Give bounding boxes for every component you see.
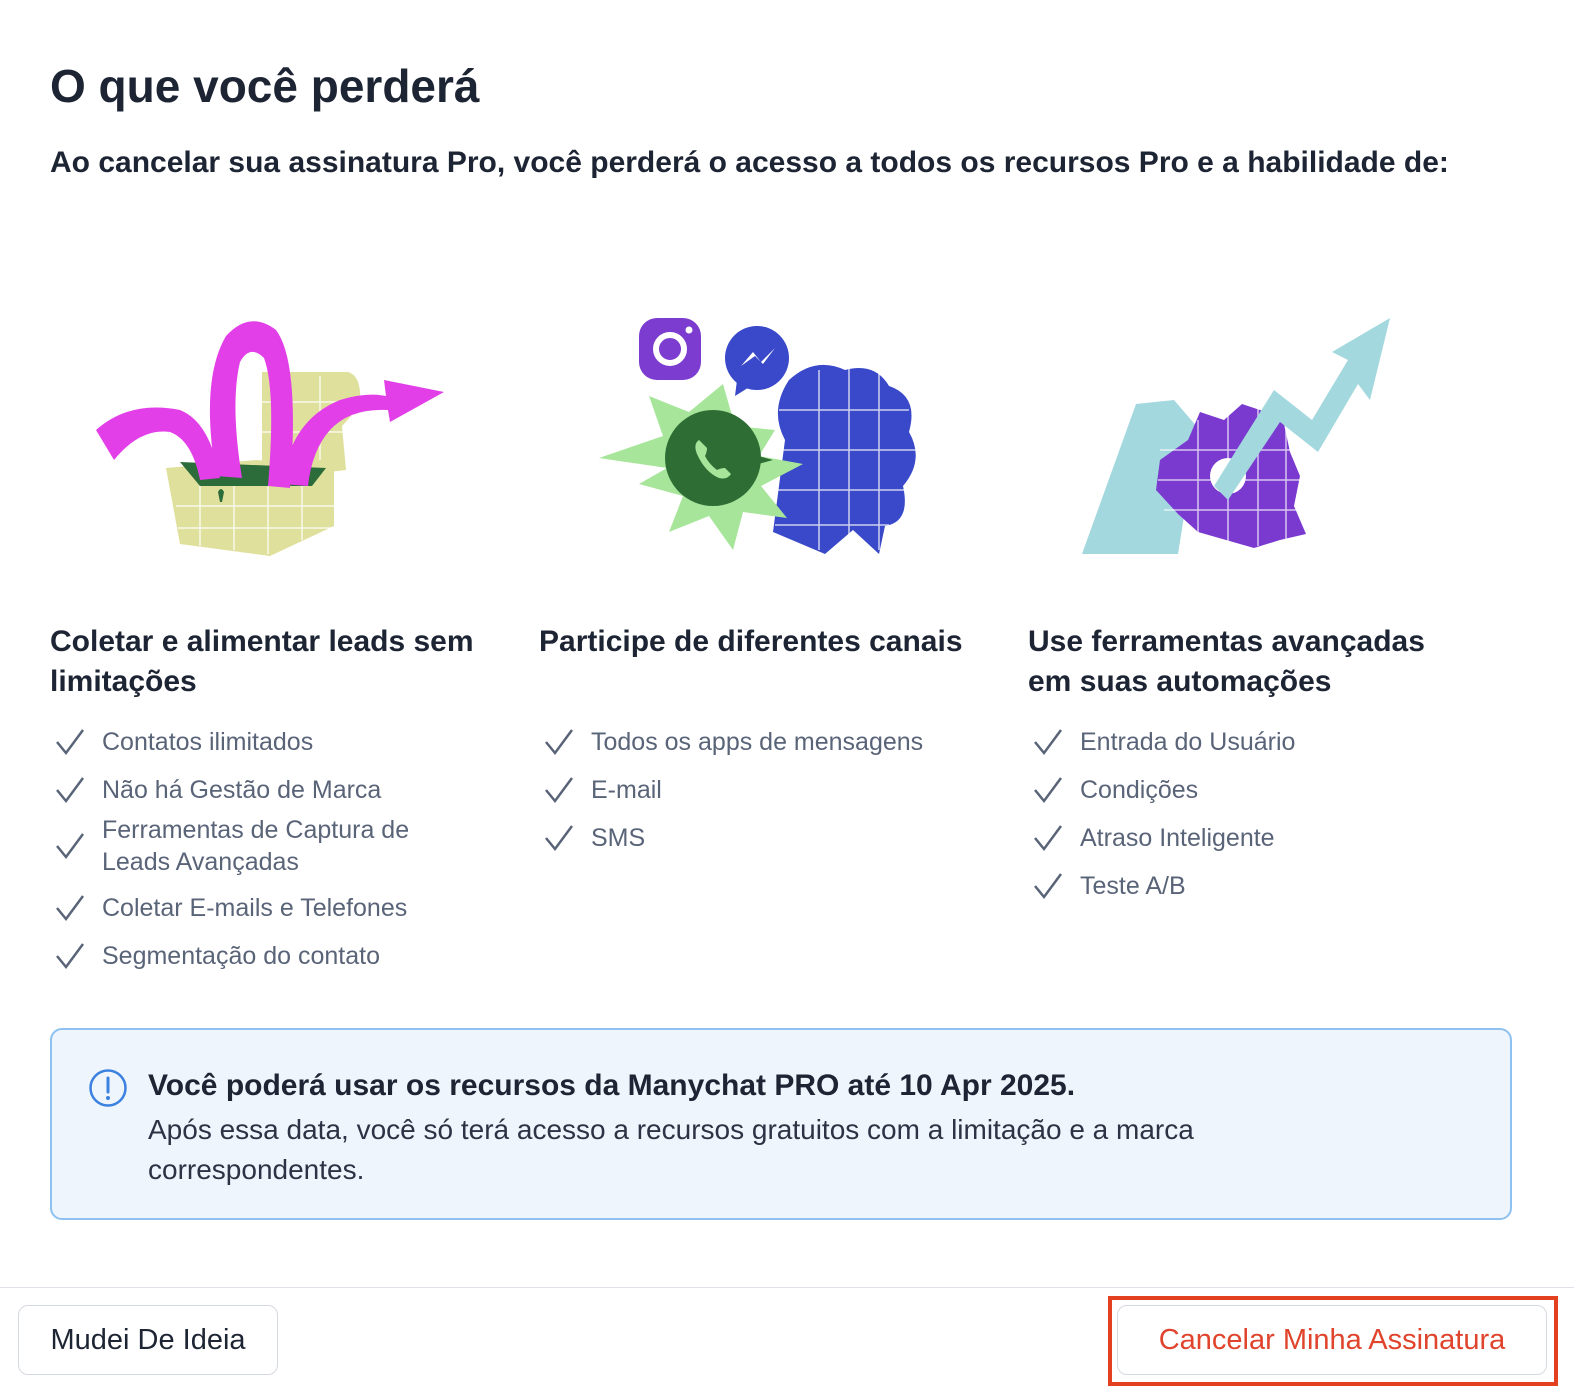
check-icon (56, 729, 85, 756)
check-icon (56, 895, 85, 922)
feature-title-automations: Use ferramentas avançadas em suas automa… (1028, 625, 1425, 698)
list-item: Entrada do Usuário (1028, 718, 1468, 766)
list-item: Teste A/B (1028, 862, 1468, 910)
feature-title-leads: Coletar e alimentar leads sem limitações (50, 625, 474, 698)
list-item-label: Teste A/B (1080, 872, 1186, 900)
changed-my-mind-button[interactable]: Mudei De Ideia (18, 1305, 278, 1375)
open-chest-illustration-icon (96, 321, 444, 556)
list-item-label: Todos os apps de mensagens (591, 728, 924, 756)
cancel-subscription-button[interactable]: Cancelar Minha Assinatura (1117, 1305, 1547, 1375)
notice-title: Você poderá usar os recursos da Manychat… (148, 1069, 1076, 1102)
list-item: Condições (1028, 766, 1468, 814)
info-icon (89, 1069, 127, 1107)
list-item: Atraso Inteligente (1028, 814, 1468, 862)
automation-growth-illustration-icon (1082, 318, 1390, 554)
list-item-label: SMS (591, 824, 646, 852)
list-item-label: Segmentação do contato (102, 942, 380, 970)
list-item-label: Condições (1080, 776, 1199, 804)
list-item: Ferramentas de Captura de Leads Avançada… (50, 814, 490, 878)
list-item-label: Ferramentas de Captura de Leads Avançada… (102, 816, 410, 876)
feature-title-channels: Participe de diferentes canais (539, 625, 963, 658)
features-columns: Coletar e alimentar leads sem limitações… (50, 300, 1520, 980)
list-item-label: Não há Gestão de Marca (102, 776, 382, 804)
list-item-label: Entrada do Usuário (1080, 728, 1296, 756)
list-item-label: Atraso Inteligente (1080, 824, 1275, 852)
check-icon (56, 833, 85, 860)
check-icon (1034, 825, 1063, 852)
list-item: Contatos ilimitados (50, 718, 490, 766)
expiration-notice: Você poderá usar os recursos da Manychat… (50, 1028, 1512, 1220)
check-icon (56, 777, 85, 804)
feature-list-channels: Todos os apps de mensagens E-mail SMS (539, 718, 979, 862)
check-icon (1034, 777, 1063, 804)
check-icon (1034, 729, 1063, 756)
page-title: O que você perderá (50, 60, 480, 112)
check-icon (545, 729, 574, 756)
list-item: Coletar E-mails e Telefones (50, 884, 490, 932)
feature-list-leads: Contatos ilimitados Não há Gestão de Mar… (50, 718, 490, 980)
list-item: Segmentação do contato (50, 932, 490, 980)
list-item-label: Contatos ilimitados (102, 728, 314, 756)
list-item: Todos os apps de mensagens (539, 718, 979, 766)
footer-divider (0, 1287, 1574, 1288)
check-icon (56, 943, 85, 970)
page-subtitle: Ao cancelar sua assinatura Pro, você per… (50, 146, 1449, 179)
list-item-label: Coletar E-mails e Telefones (102, 894, 408, 922)
check-icon (545, 825, 574, 852)
list-item: Não há Gestão de Marca (50, 766, 490, 814)
messaging-channels-illustration-icon (599, 318, 917, 554)
list-item: SMS (539, 814, 979, 862)
check-icon (1034, 873, 1063, 900)
feature-list-automations: Entrada do Usuário Condições Atraso Inte… (1028, 718, 1468, 910)
check-icon (545, 777, 574, 804)
list-item-label: E-mail (591, 776, 662, 804)
list-item: E-mail (539, 766, 979, 814)
notice-body: Após essa data, você só terá acesso a re… (148, 1114, 1194, 1185)
